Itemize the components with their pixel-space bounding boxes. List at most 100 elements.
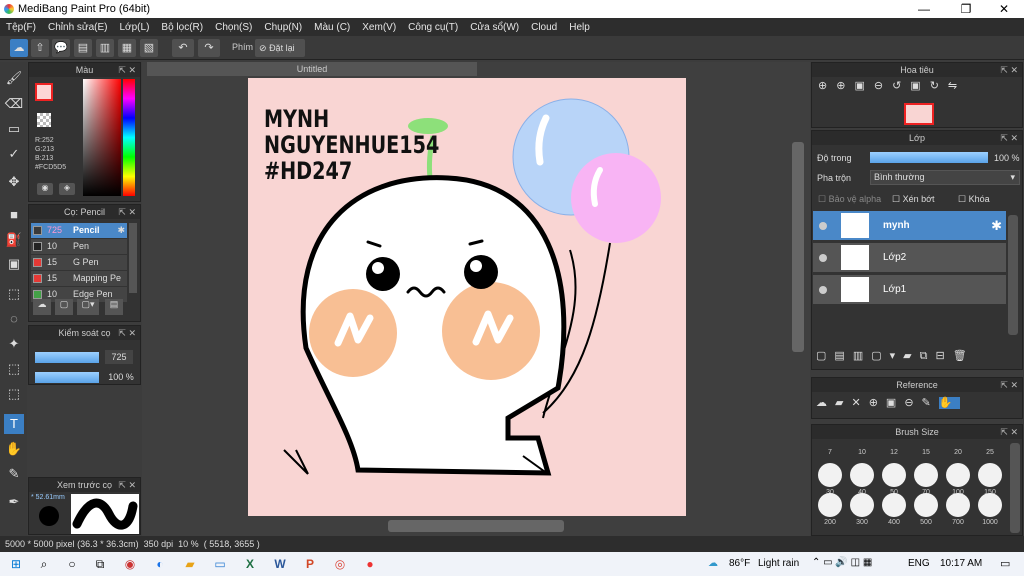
comment-icon[interactable]: 💬: [52, 39, 70, 57]
brush-size-value[interactable]: 725: [105, 350, 133, 364]
gear-icon[interactable]: ✱: [991, 218, 1002, 234]
close-button[interactable]: ✕: [984, 0, 1024, 18]
trash-icon[interactable]: 🗑: [953, 350, 975, 362]
select-tool-icon[interactable]: ⬚: [4, 284, 24, 304]
menu-layer[interactable]: Lớp(L): [120, 22, 150, 33]
edge-icon[interactable]: ◐: [152, 556, 168, 572]
fit-icon[interactable]: ▣: [910, 80, 929, 92]
brush-tool-icon[interactable]: 🖌: [4, 68, 24, 88]
panel-icon[interactable]: ▧: [140, 39, 158, 57]
maximize-button[interactable]: ❐: [946, 0, 986, 18]
line-tool-icon[interactable]: ✓: [4, 144, 24, 164]
eye-icon[interactable]: [819, 222, 827, 230]
windows-start-icon[interactable]: ⊞: [8, 556, 24, 572]
menu-color[interactable]: Màu (C): [314, 22, 350, 33]
tray-icons[interactable]: ⌃ ▭ 🔊 ◫ ▦: [812, 557, 872, 568]
menu-file[interactable]: Tệp(F): [6, 22, 36, 33]
close-reference-icon[interactable]: ✕: [851, 397, 868, 409]
add-brush-icon[interactable]: ▢▾: [77, 299, 99, 315]
task-view-icon[interactable]: ⧉: [92, 556, 108, 572]
brush-list-item[interactable]: 15 G Pen: [31, 255, 127, 270]
powerpoint-icon[interactable]: P: [302, 556, 318, 572]
new-layer-icon[interactable]: ▢: [816, 350, 834, 362]
new-halftone-layer-icon[interactable]: ▤: [834, 350, 852, 362]
vertical-scrollbar[interactable]: [792, 142, 804, 352]
menu-select[interactable]: Chọn(S): [215, 22, 252, 33]
hue-slider[interactable]: [123, 79, 135, 196]
panel-expand-icon[interactable]: ⇱ ✕: [118, 326, 136, 340]
zoom-fit-icon[interactable]: ⊕: [818, 80, 836, 92]
brush-size-preset[interactable]: [818, 493, 842, 517]
reference-cloud-icon[interactable]: ☁: [816, 397, 835, 409]
eye-icon[interactable]: [819, 286, 827, 294]
brush-size-preset[interactable]: [882, 463, 906, 487]
document-tab[interactable]: Untitled: [147, 62, 477, 76]
brush-list-item[interactable]: 10 Pen: [31, 239, 127, 254]
panel-expand-icon[interactable]: ⇱ ✕: [1000, 378, 1018, 392]
menu-edit[interactable]: Chỉnh sửa(E): [48, 22, 108, 33]
cloud-icon[interactable]: ☁: [10, 39, 28, 57]
select-pen-icon[interactable]: ⬚: [4, 359, 24, 379]
brush-cloud-icon[interactable]: ☁: [33, 299, 51, 315]
zoom-in-icon[interactable]: ⊕: [836, 80, 854, 92]
panel-expand-icon[interactable]: ⇱ ✕: [118, 63, 136, 77]
panel-expand-icon[interactable]: ⇱ ✕: [118, 205, 136, 219]
fill-rect-tool-icon[interactable]: ■: [4, 205, 24, 225]
brush-size-preset[interactable]: [946, 493, 970, 517]
menu-filter[interactable]: Bộ lọc(R): [161, 22, 203, 33]
main-color-swatch[interactable]: [35, 83, 53, 101]
brush-size-preset[interactable]: [914, 463, 938, 487]
brush-size-preset[interactable]: [914, 493, 938, 517]
menu-snap[interactable]: Chụp(N): [264, 22, 302, 33]
panel-expand-icon[interactable]: ⇱ ✕: [1000, 131, 1018, 145]
brush-size-preset[interactable]: [882, 493, 906, 517]
fit-screen-icon[interactable]: ▣: [854, 80, 873, 92]
undo-icon[interactable]: ↶: [172, 39, 194, 57]
clock[interactable]: 10:17 AM: [940, 558, 982, 569]
drawing-canvas[interactable]: MYNH NGUYENHUE154 #HD247: [248, 78, 686, 516]
menu-help[interactable]: Help: [569, 22, 590, 33]
rotate-right-icon[interactable]: ↻: [930, 80, 948, 92]
palette-icon[interactable]: ◉: [37, 183, 53, 195]
horizontal-scrollbar[interactable]: [388, 520, 564, 532]
brush-list-item[interactable]: 15 Mapping Pe: [31, 271, 127, 286]
menu-view[interactable]: Xem(V): [362, 22, 396, 33]
eyedropper-tool-icon[interactable]: ✎: [4, 464, 24, 484]
text-tool-icon[interactable]: T: [4, 414, 24, 434]
move-tool-icon[interactable]: ✥: [4, 172, 24, 192]
new-brush-icon[interactable]: ▢: [55, 299, 73, 315]
brush-settings-icon[interactable]: ▤: [105, 299, 123, 315]
brush-size-preset[interactable]: [946, 463, 970, 487]
magic-wand-icon[interactable]: ✦: [4, 334, 24, 354]
merge-layer-icon[interactable]: ⊟: [935, 350, 952, 362]
word-icon[interactable]: W: [272, 556, 288, 572]
medibang-taskbar-icon[interactable]: ●: [362, 556, 378, 572]
transparent-swatch[interactable]: [37, 113, 51, 127]
brush-list-item[interactable]: 725 Pencil ✱: [31, 223, 127, 238]
blend-mode-select[interactable]: Bình thường ▾: [870, 170, 1020, 185]
document-icon[interactable]: ▥: [96, 39, 114, 57]
panel-expand-icon[interactable]: ⇱ ✕: [1000, 425, 1018, 439]
cortana-icon[interactable]: ○: [64, 556, 80, 572]
brush-list-scrollbar[interactable]: [129, 223, 137, 293]
lock-checkbox[interactable]: ☐ Khóa: [958, 194, 990, 205]
gradient-tool-icon[interactable]: ▣: [4, 254, 24, 274]
new-8bit-layer-icon[interactable]: ▥: [853, 350, 871, 362]
gear-icon[interactable]: ✱: [117, 223, 125, 238]
ref-hand-icon[interactable]: ✋: [938, 397, 961, 409]
share-icon[interactable]: ⇧: [31, 39, 49, 57]
minimize-button[interactable]: —: [904, 0, 944, 18]
weather-text[interactable]: Light rain: [758, 558, 799, 569]
shape-tool-icon[interactable]: ▭: [4, 119, 24, 139]
excel-icon[interactable]: X: [242, 556, 258, 572]
notification-icon[interactable]: ▭: [1000, 557, 1010, 570]
reset-button[interactable]: ⊘ Đặt lại: [255, 39, 305, 57]
brush-size-preset[interactable]: [818, 463, 842, 487]
ref-zoom-in-icon[interactable]: ⊕: [869, 397, 886, 409]
layer-row[interactable]: Lớp2: [813, 243, 1006, 273]
layer-row[interactable]: Lớp1: [813, 275, 1006, 305]
redo-icon[interactable]: ↷: [198, 39, 220, 57]
clipping-checkbox[interactable]: ☐ Xén bớt: [892, 194, 935, 205]
folder-icon[interactable]: ▰: [903, 350, 919, 362]
panel-expand-icon[interactable]: ⇱ ✕: [1000, 63, 1018, 77]
